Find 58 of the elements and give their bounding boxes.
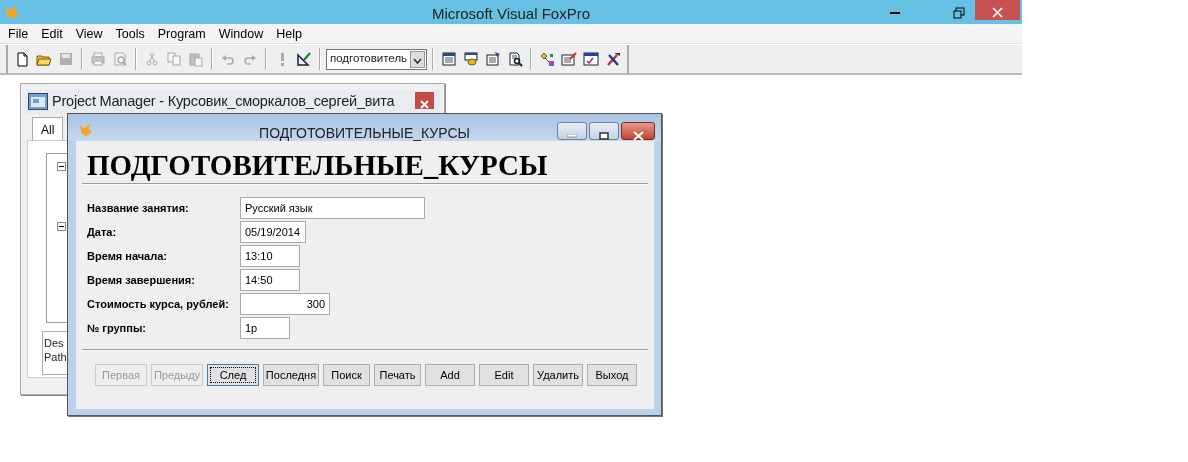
field-label: Название занятия: — [87, 200, 190, 216]
form-button[interactable]: Печать — [374, 364, 421, 386]
form-edit-icon[interactable] — [561, 51, 577, 67]
menu-item[interactable]: Tools — [109, 24, 152, 43]
form-button[interactable]: Последня — [263, 364, 319, 386]
new-file-icon[interactable] — [14, 51, 30, 67]
maximize-button[interactable] — [589, 122, 619, 140]
window-title: ПОДГОТОВИТЕЛЬНЫЕ_КУРСЫ — [259, 124, 470, 143]
fox-icon — [3, 3, 21, 21]
input-field[interactable]: 300 — [240, 293, 330, 315]
menu-item[interactable]: Edit — [35, 24, 70, 43]
tab[interactable]: All — [32, 117, 64, 141]
input-field[interactable]: 13:10 — [240, 245, 300, 267]
window-title: Microsoft Visual FoxPro — [431, 4, 591, 24]
field-label: Время завершения: — [87, 272, 196, 288]
input-field[interactable]: 05/19/2014 — [240, 221, 306, 243]
field-label: № группы: — [87, 320, 147, 336]
tools-icon[interactable] — [605, 51, 621, 67]
form-heading: ПОДГОТОВИТЕЛЬНЫЕ_КУРСЫ — [87, 149, 549, 181]
close-button[interactable] — [621, 122, 655, 140]
window-icon — [28, 93, 48, 110]
grid-icon[interactable] — [441, 51, 457, 67]
menu-item[interactable]: Help — [270, 24, 309, 43]
form-button[interactable]: След — [207, 364, 259, 386]
properties-icon[interactable] — [485, 51, 501, 67]
input-field[interactable]: Русский язык — [240, 197, 425, 219]
collapse-icon[interactable] — [57, 222, 66, 231]
menu-item[interactable]: View — [69, 24, 110, 43]
info-label: Des — [44, 336, 64, 350]
form-button[interactable]: Удалить — [533, 364, 583, 386]
menu-item[interactable]: File — [2, 24, 36, 43]
close-icon — [420, 100, 429, 110]
restore-icon — [953, 6, 965, 19]
field-label: Стоимость курса, рублей: — [87, 296, 230, 312]
maximize-icon — [599, 131, 609, 140]
window-title: Project Manager - Курсовик_сморкалов_сергей_вита — [52, 92, 395, 112]
menu-item[interactable]: Program — [151, 24, 213, 43]
minimize-icon — [567, 133, 577, 138]
database-icon[interactable] — [463, 51, 479, 67]
field-label: Время начала: — [87, 248, 168, 264]
collapse-icon[interactable] — [57, 162, 66, 171]
form-button[interactable]: Поиск — [323, 364, 370, 386]
document-search-icon[interactable] — [507, 51, 523, 67]
close-button[interactable] — [415, 92, 434, 109]
form-button[interactable]: Выход — [587, 364, 637, 386]
form-button[interactable]: Edit — [479, 364, 529, 386]
dropdown-field[interactable]: подготовитель — [326, 48, 427, 70]
diagram-icon[interactable] — [539, 51, 555, 67]
close-icon — [992, 7, 1003, 19]
info-label: Path — [44, 350, 67, 364]
fox-icon — [78, 122, 94, 138]
close-icon — [632, 130, 644, 141]
menu-item[interactable]: Window — [212, 24, 271, 43]
form-icon[interactable] — [583, 51, 599, 67]
field-label: Дата: — [87, 224, 118, 240]
input-field[interactable]: 14:50 — [240, 269, 300, 291]
form-button[interactable]: Add — [425, 364, 475, 386]
input-field[interactable]: 1р — [240, 317, 290, 339]
